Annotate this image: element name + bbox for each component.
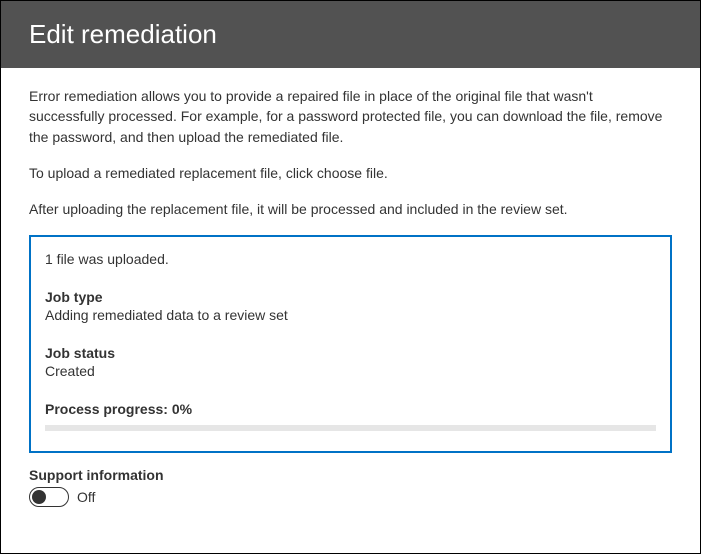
support-information-label: Support information [29,467,672,483]
description-paragraph-2: To upload a remediated replacement file,… [29,163,672,183]
panel-header: Edit remediation [1,1,700,68]
status-box: 1 file was uploaded. Job type Adding rem… [29,235,672,453]
description-paragraph-3: After uploading the replacement file, it… [29,199,672,219]
progress-label: Process progress: [45,401,172,417]
support-toggle-row: Off [29,487,672,507]
progress-bar [45,425,656,431]
content-area: Error remediation allows you to provide … [1,68,700,519]
page-title: Edit remediation [29,19,217,49]
job-type-value: Adding remediated data to a review set [45,307,656,323]
job-type-label: Job type [45,289,656,305]
job-status-value: Created [45,363,656,379]
support-toggle-state: Off [77,489,95,505]
progress-label-row: Process progress: 0% [45,401,656,417]
toggle-knob-icon [32,490,46,504]
upload-status-text: 1 file was uploaded. [45,251,656,267]
description-paragraph-1: Error remediation allows you to provide … [29,86,672,147]
support-toggle[interactable] [29,487,69,507]
job-status-label: Job status [45,345,656,361]
progress-value: 0% [172,401,192,417]
